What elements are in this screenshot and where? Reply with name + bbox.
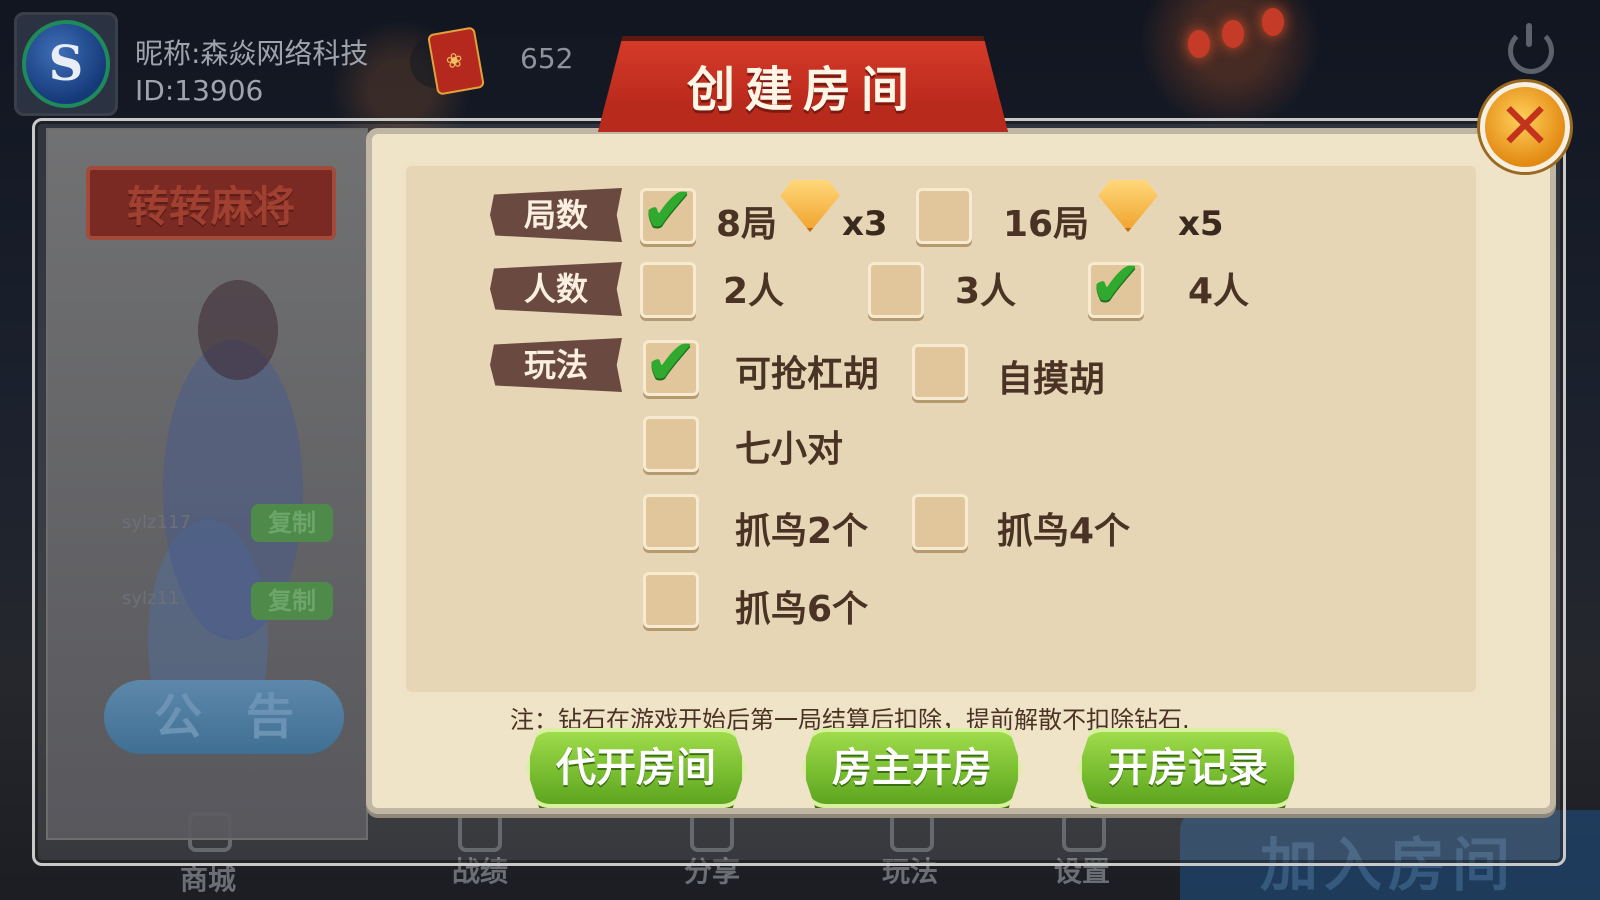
cost-8-rounds: x3 [842, 204, 888, 244]
players-label: 人数 [490, 262, 622, 316]
game-info-panel: 转转麻将 sylz117 复制 sylz11 复制 公告 [46, 128, 368, 840]
avatar-frame[interactable]: S [14, 12, 118, 116]
option-bird-4[interactable]: 抓鸟4个 [997, 502, 1130, 554]
room-code: sylz11 [122, 588, 180, 609]
check-icon: ✔ [1089, 248, 1143, 322]
copy-button[interactable]: 复制 [251, 504, 333, 542]
checkbox-2-players[interactable] [640, 262, 696, 318]
lantern-decoration [1262, 8, 1284, 36]
checkbox-self-draw[interactable] [912, 344, 968, 400]
option-seven-pairs[interactable]: 七小对 [735, 420, 843, 472]
option-rob-kong[interactable]: 可抢杠胡 [735, 345, 879, 397]
user-id: ID:13906 [135, 74, 264, 107]
user-nickname: 昵称:森焱网络科技 [135, 37, 369, 70]
copy-button[interactable]: 复制 [251, 582, 333, 620]
proxy-open-room-button[interactable]: 代开房间 [526, 728, 746, 808]
option-4-players[interactable]: 4人 [1188, 262, 1249, 314]
checkbox-seven-pairs[interactable] [643, 416, 699, 472]
option-self-draw[interactable]: 自摸胡 [997, 350, 1105, 402]
option-bird-2[interactable]: 抓鸟2个 [735, 502, 868, 554]
avatar: S [22, 20, 110, 108]
option-2-players[interactable]: 2人 [723, 262, 784, 314]
close-button[interactable]: ✕ [1480, 82, 1570, 172]
checkbox-bird-6[interactable] [643, 572, 699, 628]
check-icon: ✔ [641, 174, 695, 248]
game-title-plate: 转转麻将 [86, 166, 336, 240]
diamond-count: 652 [520, 42, 574, 75]
option-bird-6[interactable]: 抓鸟6个 [735, 580, 868, 632]
lantern-decoration [1222, 20, 1244, 48]
rules-label: 玩法 [490, 338, 622, 392]
check-icon: ✔ [644, 326, 698, 400]
lantern-decoration [1188, 30, 1210, 58]
checkbox-rob-kong[interactable]: ✔ [643, 331, 699, 396]
option-16-rounds[interactable]: 16局 [1003, 195, 1089, 247]
room-records-button[interactable]: 开房记录 [1078, 728, 1298, 808]
checkbox-bird-4[interactable] [912, 494, 968, 550]
character-illustration [138, 260, 308, 740]
dialog-title: 创建房间 [686, 62, 919, 118]
option-8-rounds[interactable]: 8局 [716, 195, 777, 247]
checkbox-3-players[interactable] [868, 262, 924, 318]
close-icon: ✕ [1498, 90, 1552, 164]
cost-16-rounds: x5 [1178, 204, 1224, 244]
game-title: 转转麻将 [126, 181, 295, 231]
rounds-label: 局数 [490, 188, 622, 242]
option-3-players[interactable]: 3人 [955, 262, 1016, 314]
host-open-room-button[interactable]: 房主开房 [802, 728, 1022, 808]
checkbox-4-players[interactable]: ✔ [1088, 253, 1144, 318]
checkbox-16-rounds[interactable] [916, 188, 972, 244]
checkbox-8-rounds[interactable]: ✔ [640, 179, 696, 244]
room-code: sylz117 [122, 512, 191, 533]
power-icon[interactable] [1508, 23, 1554, 74]
checkbox-bird-2[interactable] [643, 494, 699, 550]
notice-button[interactable]: 公告 [104, 680, 344, 754]
